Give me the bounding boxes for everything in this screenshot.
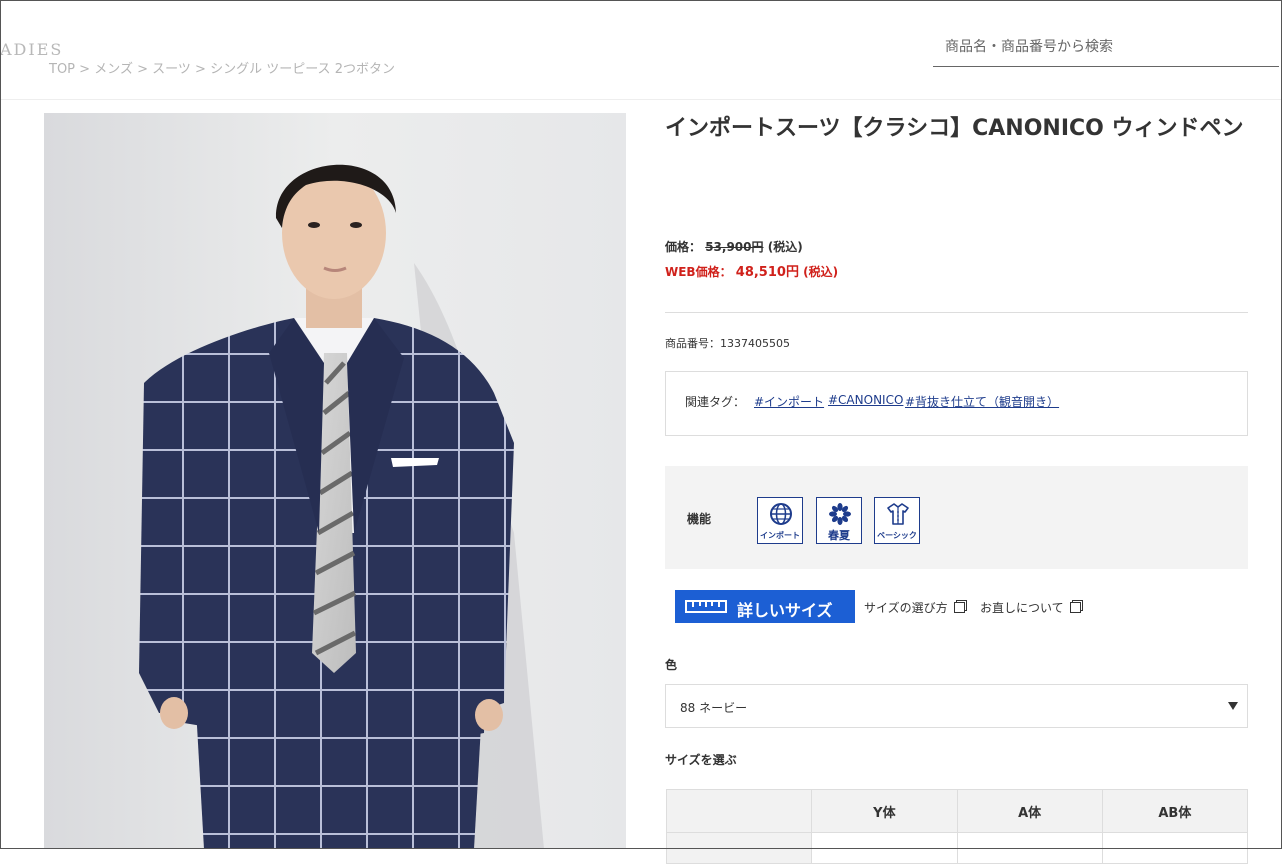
search-box <box>933 26 1279 67</box>
price-tax-label: (税込) <box>767 240 803 254</box>
product-photo[interactable] <box>44 113 626 849</box>
related-tags-box: 関連タグ： #インポート #CANONICO #背抜き仕立て（観音開き） <box>665 371 1248 436</box>
alteration-link[interactable]: お直しについて <box>980 599 1081 616</box>
price-row: 価格： 53,900円 (税込) <box>665 238 803 255</box>
color-label: 色 <box>665 658 678 672</box>
site-header: ADIES TOP > メンズ > スーツ > シングル ツーピース 2つボタン <box>0 0 1282 100</box>
feature-badge-spring-summer[interactable]: 春夏 <box>816 497 862 544</box>
feature-badge-basic[interactable]: ベーシック <box>874 497 920 544</box>
feature-label-spring-summer: 春夏 <box>828 529 850 542</box>
dropdown-caret-icon <box>1228 702 1238 710</box>
web-price-tax-label: (税込) <box>803 265 839 279</box>
model-in-suit-image <box>44 113 626 849</box>
search-input[interactable] <box>943 35 1267 59</box>
external-window-icon <box>1069 602 1081 613</box>
feature-label-basic: ベーシック <box>877 531 917 540</box>
alteration-link-label: お直しについて <box>980 601 1064 615</box>
breadcrumb-separator: > <box>79 62 91 77</box>
color-select[interactable]: 88 ネービー <box>665 684 1248 728</box>
color-selected-value: 88 ネービー <box>680 701 748 715</box>
product-number: 商品番号：1337405505 <box>665 337 790 350</box>
brand-logo-text[interactable]: ADIES <box>0 40 63 59</box>
web-price-row: WEB価格： 48,510円 (税込) <box>665 261 838 280</box>
breadcrumb-separator: > <box>137 62 148 77</box>
original-price: 53,900円 <box>705 240 764 254</box>
product-title: インポートスーツ【クラシコ】CANONICO ウィンドペン <box>665 116 1244 141</box>
size-table-cell <box>665 832 813 864</box>
size-table-header-empty <box>665 789 813 833</box>
size-select-label: サイズを選ぶ <box>665 753 737 767</box>
breadcrumb-item-suits[interactable]: スーツ <box>152 62 191 77</box>
price-label: 価格： <box>665 240 702 254</box>
web-price: 48,510円 <box>735 265 799 280</box>
size-guide-link-label: サイズの選び方 <box>864 601 948 615</box>
features-box: 機能 インポート 春夏 ベーシック <box>665 466 1248 569</box>
breadcrumb: TOP > メンズ > スーツ > シングル ツーピース 2つボタン <box>49 58 395 77</box>
tag-link-canonico[interactable]: #CANONICO <box>828 393 903 407</box>
shirt-icon <box>887 503 909 525</box>
breadcrumb-item-current[interactable]: シングル ツーピース 2つボタン <box>210 62 395 77</box>
tag-link-half-lined[interactable]: #背抜き仕立て（観音開き） <box>905 393 1059 410</box>
breadcrumb-item-mens[interactable]: メンズ <box>94 62 133 77</box>
divider <box>665 312 1248 313</box>
size-table-row <box>665 832 1249 864</box>
size-guide-link[interactable]: サイズの選び方 <box>864 599 965 616</box>
globe-icon <box>770 503 792 525</box>
tag-link-import[interactable]: #インポート <box>754 393 824 410</box>
size-table-cell[interactable] <box>1101 832 1249 864</box>
web-price-label: WEB価格： <box>665 265 732 279</box>
size-table-header-row: Y体 A体 AB体 <box>665 789 1249 833</box>
size-table-header-y: Y体 <box>811 789 958 833</box>
related-tags-label: 関連タグ： <box>685 395 746 409</box>
ruler-icon <box>685 600 727 613</box>
size-table: Y体 A体 AB体 <box>665 789 1249 864</box>
features-label: 機能 <box>687 512 712 526</box>
detailed-size-button-label: 詳しいサイズ <box>737 603 833 620</box>
detailed-size-button[interactable]: 詳しいサイズ <box>675 590 855 623</box>
flower-icon <box>829 503 851 525</box>
breadcrumb-item-top[interactable]: TOP <box>49 62 75 77</box>
breadcrumb-separator: > <box>195 62 206 77</box>
feature-label-import: インポート <box>760 531 800 540</box>
size-table-header-a: A体 <box>956 789 1103 833</box>
feature-badge-import[interactable]: インポート <box>757 497 803 544</box>
external-window-icon <box>953 602 965 613</box>
size-table-header-ab: AB体 <box>1101 789 1249 833</box>
size-table-cell[interactable] <box>811 832 958 864</box>
size-table-cell[interactable] <box>956 832 1103 864</box>
